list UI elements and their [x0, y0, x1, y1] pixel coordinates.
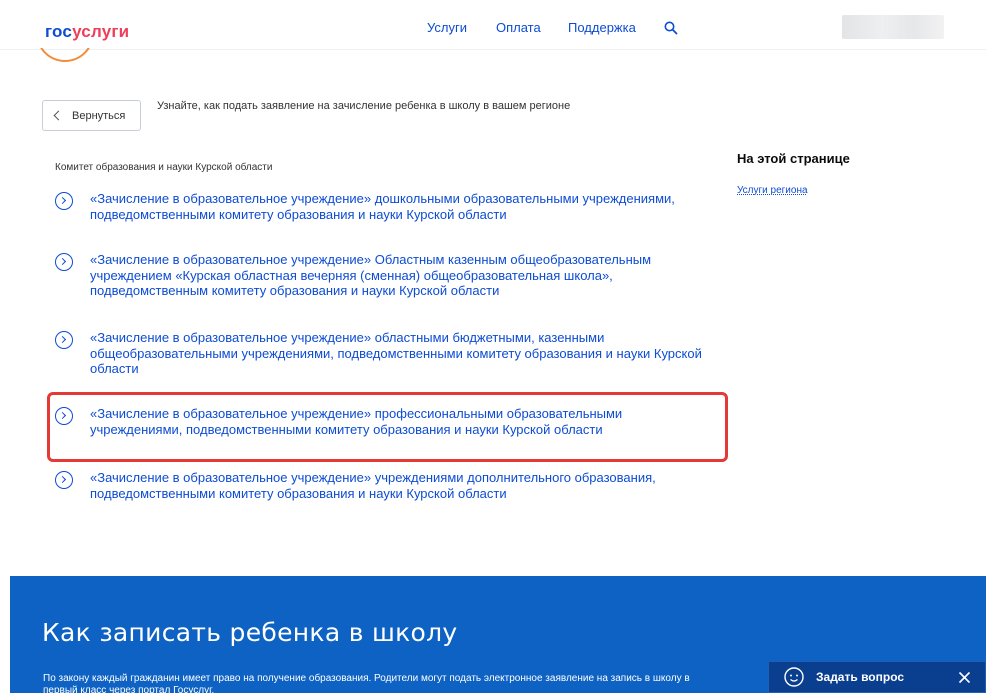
- logo-arc-decoration: [36, 48, 94, 64]
- on-this-page-title: На этой странице: [737, 151, 850, 166]
- service-link-5[interactable]: «Зачисление в образовательное учреждение…: [55, 470, 715, 501]
- service-link-3[interactable]: «Зачисление в образовательное учреждение…: [55, 330, 715, 377]
- user-profile-blurred[interactable]: [842, 15, 944, 39]
- nav-services[interactable]: Услуги: [427, 20, 467, 38]
- highlight-box: [47, 392, 728, 462]
- banner-text: По закону каждый гражданин имеет право н…: [43, 673, 690, 693]
- arrow-circle-icon: [55, 331, 73, 349]
- logo-part-1: гос: [45, 22, 73, 41]
- search-icon[interactable]: [664, 21, 678, 35]
- arrow-circle-icon: [55, 192, 73, 210]
- service-link-text: «Зачисление в образовательное учреждение…: [90, 470, 656, 501]
- intro-text: Узнайте, как подать заявление на зачисле…: [157, 100, 571, 112]
- nav-payment[interactable]: Оплата: [496, 20, 541, 38]
- service-link-text: «Зачисление в образовательное учреждение…: [90, 191, 675, 222]
- service-link-text: «Зачисление в образовательное учреждение…: [90, 252, 652, 298]
- banner-heading: Как записать ребенка в школу: [42, 618, 458, 647]
- committee-title: Комитет образования и науки Курской обла…: [55, 162, 273, 173]
- top-bar: госуслуги Услуги Оплата Поддержка: [0, 0, 986, 50]
- chat-bot-icon: [784, 667, 804, 687]
- service-link-2[interactable]: «Зачисление в образовательное учреждение…: [55, 252, 715, 299]
- arrow-circle-icon: [55, 471, 73, 489]
- nav-support[interactable]: Поддержка: [568, 20, 636, 38]
- service-link-1[interactable]: «Зачисление в образовательное учреждение…: [55, 191, 715, 222]
- back-button[interactable]: Вернуться: [42, 100, 141, 131]
- region-services-link[interactable]: Услуги региона: [737, 185, 808, 196]
- service-link-text: «Зачисление в образовательное учреждение…: [90, 330, 702, 376]
- gosuslugi-logo[interactable]: госуслуги: [45, 22, 129, 42]
- ask-question-label: Задать вопрос: [816, 670, 905, 684]
- chevron-left-icon: [53, 110, 64, 121]
- logo-part-2: услуги: [72, 22, 130, 41]
- back-button-label: Вернуться: [72, 109, 126, 122]
- ask-question-widget[interactable]: Задать вопрос: [768, 661, 986, 693]
- close-icon[interactable]: [958, 671, 971, 684]
- arrow-circle-icon: [55, 253, 73, 271]
